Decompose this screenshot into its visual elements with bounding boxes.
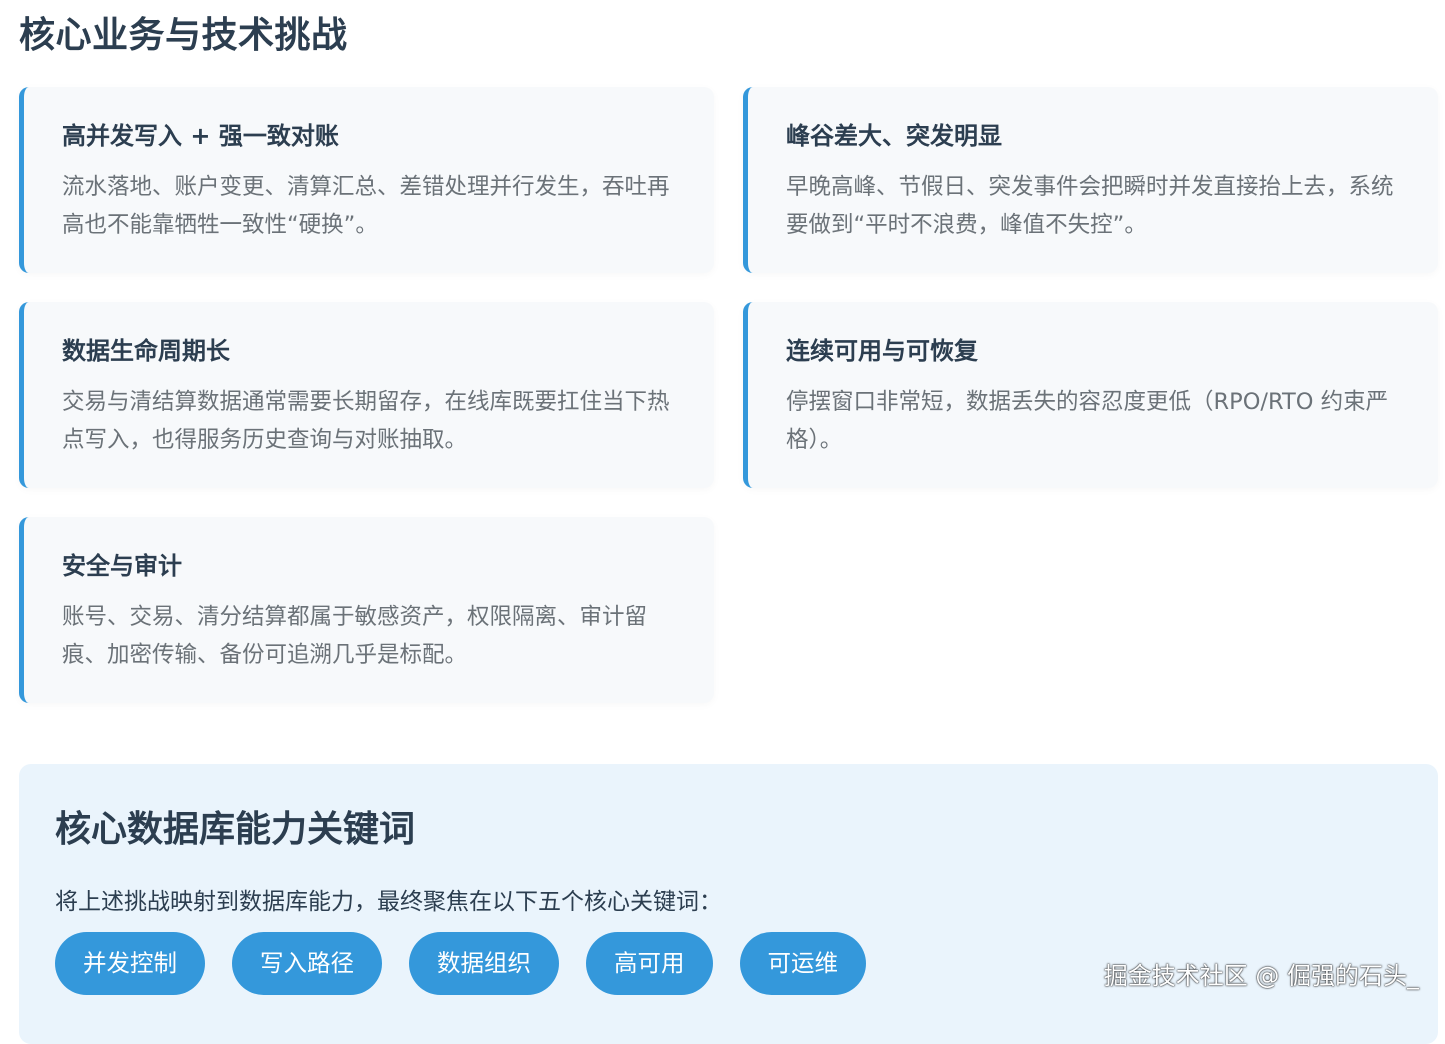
challenge-card: 连续可用与可恢复 停摆窗口非常短，数据丢失的容忍度更低（RPO/RTO 约束严格… — [743, 302, 1438, 488]
card-body: 停摆窗口非常短，数据丢失的容忍度更低（RPO/RTO 约束严格）。 — [786, 389, 1389, 453]
card-title: 连续可用与可恢复 — [786, 337, 978, 365]
card-title: 数据生命周期长 — [62, 337, 230, 365]
card-body: 流水落地、账户变更、清算汇总、差错处理并行发生，吞吐再高也不能靠牺牲一致性“硬换… — [62, 174, 670, 238]
keywords-description: 将上述挑战映射到数据库能力，最终聚焦在以下五个核心关键词： — [55, 889, 722, 915]
challenge-card: 高并发写入 + 强一致对账 流水落地、账户变更、清算汇总、差错处理并行发生，吞吐… — [19, 87, 714, 273]
keywords-panel: 核心数据库能力关键词 将上述挑战映射到数据库能力，最终聚焦在以下五个核心关键词：… — [19, 764, 1438, 1044]
keyword-tag[interactable]: 并发控制 — [55, 932, 205, 995]
card-title: 高并发写入 + 强一致对账 — [62, 122, 339, 150]
card-body: 账号、交易、清分结算都属于敏感资产，权限隔离、审计留痕、加密传输、备份可追溯几乎… — [62, 604, 648, 668]
card-title: 峰谷差大、突发明显 — [786, 122, 1002, 150]
keyword-tag-list: 并发控制 写入路径 数据组织 高可用 可运维 — [55, 932, 866, 995]
page-title: 核心业务与技术挑战 — [19, 15, 348, 56]
challenge-cards: 高并发写入 + 强一致对账 流水落地、账户变更、清算汇总、差错处理并行发生，吞吐… — [19, 87, 1438, 703]
challenge-card: 数据生命周期长 交易与清结算数据通常需要长期留存，在线库既要扛住当下热点写入，也… — [19, 302, 714, 488]
keywords-title: 核心数据库能力关键词 — [55, 809, 416, 850]
challenge-card: 峰谷差大、突发明显 早晚高峰、节假日、突发事件会把瞬时并发直接抬上去，系统要做到… — [743, 87, 1438, 273]
keyword-tag[interactable]: 可运维 — [739, 932, 866, 995]
card-body: 交易与清结算数据通常需要长期留存，在线库既要扛住当下热点写入，也得服务历史查询与… — [62, 389, 670, 453]
keyword-tag[interactable]: 数据组织 — [409, 932, 559, 995]
watermark: 掘金技术社区 @ 倔强的石头_ — [1103, 962, 1419, 990]
keyword-tag[interactable]: 高可用 — [586, 932, 713, 995]
card-title: 安全与审计 — [62, 552, 182, 580]
card-body: 早晚高峰、节假日、突发事件会把瞬时并发直接抬上去，系统要做到“平时不浪费，峰值不… — [786, 174, 1394, 238]
challenge-card: 安全与审计 账号、交易、清分结算都属于敏感资产，权限隔离、审计留痕、加密传输、备… — [19, 517, 714, 703]
keyword-tag[interactable]: 写入路径 — [232, 932, 382, 995]
